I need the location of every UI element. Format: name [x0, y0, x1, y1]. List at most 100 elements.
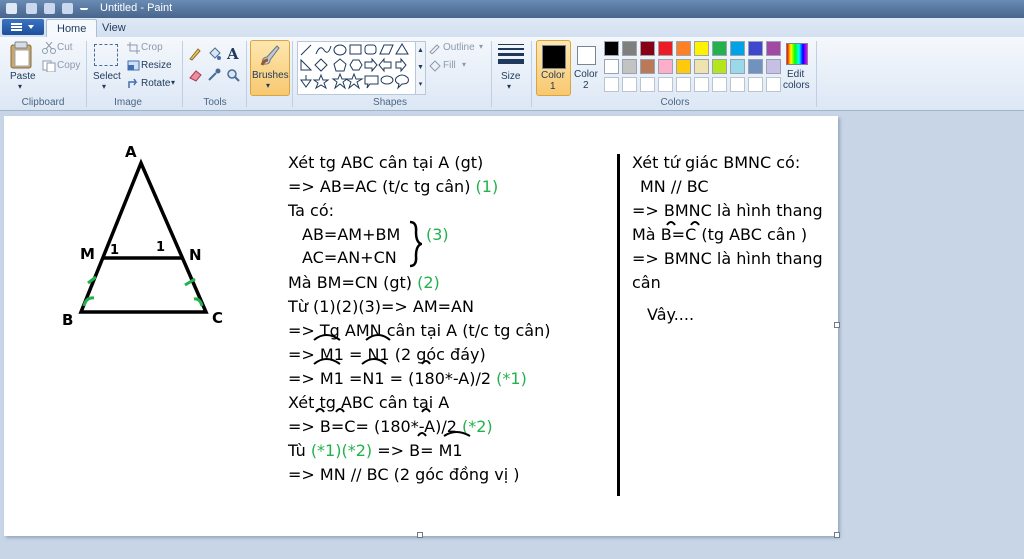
palette-swatch[interactable]: [748, 59, 763, 74]
edit-colors-button[interactable]: Edit colors: [782, 41, 812, 93]
image-group-label: Image: [114, 97, 142, 108]
color1-label: Color: [541, 70, 565, 81]
select-rectangle-icon: [94, 44, 118, 66]
shapes-scrollbar[interactable]: ▲ ▼ ▾: [415, 41, 426, 95]
palette-swatch[interactable]: [658, 59, 673, 74]
resize-label: Resize: [141, 60, 172, 71]
paste-dropdown-icon[interactable]: ▾: [18, 82, 22, 91]
canvas-resize-handle-corner[interactable]: [834, 532, 840, 538]
fill-dropdown-icon: ▾: [462, 60, 467, 69]
palette-swatch[interactable]: [694, 59, 709, 74]
palette-swatch[interactable]: [640, 41, 655, 56]
color1-button[interactable]: Color 1: [536, 40, 571, 96]
drawing-canvas[interactable]: A M N B C 1 1 Xét tg ABC cân tại A (gt) …: [4, 116, 840, 538]
color2-swatch: [577, 46, 596, 65]
vertex-c-label: C: [212, 309, 224, 327]
palette-swatch[interactable]: [604, 59, 619, 74]
fill-icon: [429, 60, 441, 72]
palette-swatch[interactable]: [766, 59, 781, 74]
tools-group-label: Tools: [203, 97, 227, 108]
color2-button[interactable]: Color 2: [572, 40, 600, 94]
brushes-label: Brushes: [252, 70, 289, 81]
outline-icon: [429, 44, 440, 54]
paste-button[interactable]: Paste ▾: [6, 41, 36, 93]
divider: [816, 41, 817, 107]
palette-custom-swatch[interactable]: [658, 77, 673, 92]
palette-swatch[interactable]: [622, 41, 637, 56]
ribbon: Paste ▾ Cut Copy Clipboard Select ▾ Crop…: [0, 37, 1024, 111]
palette-custom-swatch[interactable]: [748, 77, 763, 92]
divider: [182, 41, 183, 107]
palette-swatch[interactable]: [676, 59, 691, 74]
customize-quick-access-icon[interactable]: [80, 3, 88, 10]
palette-swatch[interactable]: [730, 41, 745, 56]
tab-home[interactable]: Home: [46, 19, 98, 38]
right-line: Vây....: [647, 305, 695, 324]
palette-custom-swatch[interactable]: [730, 77, 745, 92]
crop-icon: [127, 42, 140, 54]
paint-menu-button[interactable]: [2, 19, 44, 35]
rotate-icon: [128, 78, 138, 88]
vertex-m-label: M: [80, 245, 95, 263]
magnifier-icon[interactable]: [226, 68, 240, 82]
palette-swatch[interactable]: [748, 41, 763, 56]
palette-custom-swatch[interactable]: [622, 77, 637, 92]
palette-swatch[interactable]: [640, 59, 655, 74]
right-line: => BMNC là hình thang: [632, 249, 823, 268]
palette-swatch[interactable]: [712, 41, 727, 56]
size-button[interactable]: Size ▾: [496, 41, 526, 93]
vertex-b-label: B: [62, 311, 74, 329]
palette-custom-swatch[interactable]: [694, 77, 709, 92]
palette-custom-swatch[interactable]: [640, 77, 655, 92]
color2-label: Color: [574, 69, 598, 80]
palette-custom-swatch[interactable]: [676, 77, 691, 92]
canvas-resize-handle-right[interactable]: [834, 322, 840, 328]
fill-label: Fill: [443, 60, 456, 71]
color-palette: [604, 41, 782, 95]
tab-view[interactable]: View: [92, 19, 136, 37]
menu-icon: [11, 23, 22, 31]
right-hat-marks: [666, 221, 700, 226]
palette-custom-swatch[interactable]: [604, 77, 619, 92]
divider: [246, 41, 247, 107]
paint-app-icon: [6, 3, 17, 14]
divider: [292, 41, 293, 107]
brushes-button[interactable]: Brushes ▾: [250, 40, 290, 96]
window-title: Untitled - Paint: [100, 2, 173, 14]
palette-swatch[interactable]: [694, 41, 709, 56]
edit-colors-label-1: Edit: [787, 69, 805, 80]
right-line: => BMNC là hình thang: [632, 201, 823, 220]
palette-custom-swatch[interactable]: [766, 77, 781, 92]
text-tool-icon[interactable]: A: [227, 45, 239, 63]
palette-swatch[interactable]: [676, 41, 691, 56]
angle-n1-label: 1: [156, 240, 166, 255]
canvas-resize-handle-bottom[interactable]: [417, 532, 423, 538]
palette-swatch[interactable]: [712, 59, 727, 74]
color2-number: 2: [583, 80, 589, 91]
palette-swatch[interactable]: [604, 41, 619, 56]
fill-bucket-icon[interactable]: [207, 47, 221, 61]
eraser-icon[interactable]: [188, 68, 202, 82]
palette-custom-swatch[interactable]: [712, 77, 727, 92]
crop-label: Crop: [141, 42, 163, 53]
select-dropdown-icon[interactable]: ▾: [102, 82, 106, 91]
right-line: Xét tứ giác BMNC có:: [632, 153, 801, 172]
undo-icon[interactable]: [44, 3, 55, 14]
save-icon[interactable]: [26, 3, 37, 14]
outline-dropdown-icon: ▾: [479, 42, 484, 51]
redo-icon[interactable]: [62, 3, 73, 14]
palette-swatch[interactable]: [658, 41, 673, 56]
palette-swatch[interactable]: [730, 59, 745, 74]
shapes-gallery[interactable]: [297, 41, 417, 95]
select-label: Select: [93, 71, 121, 82]
palette-swatch[interactable]: [766, 41, 781, 56]
rotate-dropdown-icon[interactable]: ▾: [171, 78, 175, 87]
shapes-gallery-icons: [300, 43, 409, 90]
color1-number: 1: [550, 81, 556, 92]
pencil-icon[interactable]: [188, 47, 202, 61]
color-picker-icon[interactable]: [207, 68, 221, 82]
select-button[interactable]: Select ▾: [92, 41, 121, 93]
vertical-divider: [617, 154, 620, 496]
palette-swatch[interactable]: [622, 59, 637, 74]
paste-label: Paste: [10, 71, 36, 82]
